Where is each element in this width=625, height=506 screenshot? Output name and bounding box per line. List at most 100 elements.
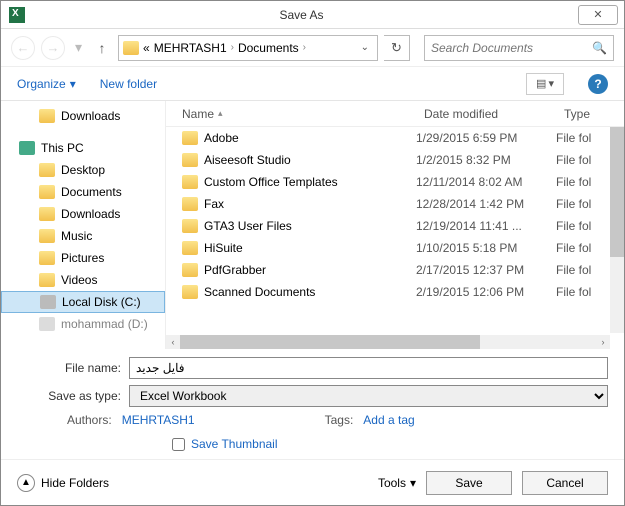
path-prefix: « [143,41,150,55]
tree-item[interactable]: Pictures [1,247,165,269]
save-thumbnail-check[interactable]: Save Thumbnail [17,437,608,451]
folder-icon [182,241,198,255]
folder-icon [182,285,198,299]
refresh-button[interactable]: ↻ [384,35,410,61]
table-row[interactable]: Aiseesoft Studio1/2/2015 8:32 PMFile fol [166,149,624,171]
excel-icon [9,7,25,23]
disk-icon [39,317,55,331]
folder-icon [123,41,139,55]
chevron-icon[interactable]: › [303,42,306,53]
table-row[interactable]: PdfGrabber2/17/2015 12:37 PMFile fol [166,259,624,281]
tags-label: Tags: [325,413,354,427]
table-row[interactable]: HiSuite1/10/2015 5:18 PMFile fol [166,237,624,259]
file-name: Aiseesoft Studio [204,153,291,167]
file-name: PdfGrabber [204,263,266,277]
authors-label: Authors: [67,413,112,427]
view-icon: ▤ [536,77,546,90]
hide-folders-button[interactable]: ▲ Hide Folders [17,474,109,492]
savetype-select[interactable]: Excel Workbook [129,385,608,407]
tree-item[interactable]: mohammad (D:) [1,313,165,335]
folder-icon [39,251,55,265]
table-row[interactable]: Adobe1/29/2015 6:59 PMFile fol [166,127,624,149]
file-date: 1/29/2015 6:59 PM [416,131,556,145]
search-input[interactable] [431,41,592,55]
tree-item-label: mohammad (D:) [61,317,148,331]
tree-item[interactable]: Videos [1,269,165,291]
tree-item-label: Documents [61,185,122,199]
horizontal-scrollbar[interactable]: ‹ › [166,335,610,349]
table-row[interactable]: Fax12/28/2014 1:42 PMFile fol [166,193,624,215]
close-button[interactable]: ✕ [578,5,618,25]
search-box[interactable]: 🔍 [424,35,614,61]
tree-item-label: Downloads [61,207,120,221]
path-seg-2[interactable]: Documents [238,41,299,55]
file-date: 12/11/2014 8:02 AM [416,175,556,189]
tags-value[interactable]: Add a tag [363,413,414,427]
folder-icon [182,153,198,167]
file-name: GTA3 User Files [204,219,292,233]
tree-item[interactable]: Music [1,225,165,247]
organize-button[interactable]: Organize ▾ [17,77,76,91]
folder-icon [39,207,55,221]
chevron-up-icon: ▲ [17,474,35,492]
table-row[interactable]: Scanned Documents2/19/2015 12:06 PMFile … [166,281,624,303]
folder-icon [39,109,55,123]
scroll-right[interactable]: › [596,335,610,349]
file-name: Custom Office Templates [204,175,338,189]
folder-icon [39,163,55,177]
window-title: Save As [25,8,578,22]
tree-item[interactable]: Local Disk (C:) [1,291,165,313]
tree-item-label: Music [61,229,92,243]
disk-icon [40,295,56,309]
folder-icon [182,263,198,277]
tree-item-label: Local Disk (C:) [62,295,141,309]
save-button[interactable]: Save [426,471,512,495]
address-dropdown[interactable]: ⌄ [357,42,373,53]
folder-icon [182,197,198,211]
nav-tree: Downloads This PC Desktop Documents Download… [1,101,166,349]
path-seg-1[interactable]: MEHRTASH1 [154,41,227,55]
file-date: 12/28/2014 1:42 PM [416,197,556,211]
sort-asc-icon: ▴ [218,108,223,119]
col-name[interactable]: Name ▴ [166,107,416,121]
folder-icon [39,273,55,287]
filename-input[interactable] [129,357,608,379]
folder-icon [182,175,198,189]
tree-item[interactable]: Desktop [1,159,165,181]
tree-item-label: Desktop [61,163,105,177]
folder-icon [39,229,55,243]
folder-icon [182,131,198,145]
table-row[interactable]: GTA3 User Files12/19/2014 11:41 ...File … [166,215,624,237]
back-button[interactable]: ← [11,36,35,60]
address-bar[interactable]: « MEHRTASH1 › Documents › ⌄ [118,35,378,61]
forward-button[interactable]: → [41,36,65,60]
tools-button[interactable]: Tools ▾ [378,476,416,490]
scroll-left[interactable]: ‹ [166,335,180,349]
file-date: 12/19/2014 11:41 ... [416,219,556,233]
file-date: 2/17/2015 12:37 PM [416,263,556,277]
tree-item-label: Pictures [61,251,104,265]
new-folder-button[interactable]: New folder [100,77,157,91]
recent-locations[interactable]: ▾ [75,39,82,56]
folder-icon [182,219,198,233]
help-button[interactable]: ? [588,74,608,94]
tree-item[interactable]: This PC [1,137,165,159]
vertical-scrollbar[interactable] [610,127,624,333]
chevron-icon[interactable]: › [231,42,234,53]
view-button[interactable]: ▤▾ [526,73,564,95]
savetype-label: Save as type: [17,389,129,403]
tree-item[interactable]: Downloads [1,203,165,225]
tree-item[interactable]: Documents [1,181,165,203]
col-date[interactable]: Date modified [416,107,556,121]
save-thumbnail-checkbox[interactable] [172,438,185,451]
file-name: HiSuite [204,241,243,255]
tree-item[interactable]: Downloads [1,105,165,127]
file-date: 1/2/2015 8:32 PM [416,153,556,167]
cancel-button[interactable]: Cancel [522,471,608,495]
file-date: 2/19/2015 12:06 PM [416,285,556,299]
table-row[interactable]: Custom Office Templates 12/11/2014 8:02 A… [166,171,624,193]
up-button[interactable]: ↑ [92,38,112,58]
authors-value[interactable]: MEHRTASH1 [122,413,195,427]
col-type[interactable]: Type [556,107,624,121]
file-date: 1/10/2015 5:18 PM [416,241,556,255]
